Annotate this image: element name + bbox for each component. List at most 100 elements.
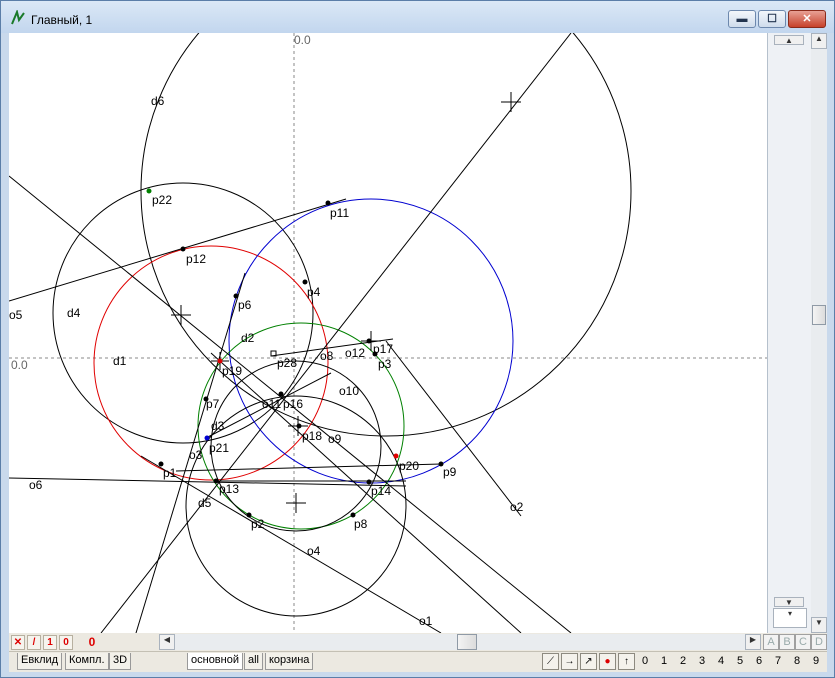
label-p28: p28 [277, 356, 297, 370]
label-o6: o6 [29, 478, 43, 492]
object-labels: d6 p22 p11 p12 o5 d4 p4 p6 d2 p28 o8 o12… [9, 94, 524, 628]
label-o4: o4 [307, 544, 321, 558]
letter-b-button[interactable]: B [779, 634, 795, 650]
close-icon: ✕ [802, 13, 812, 25]
num-2[interactable]: 2 [680, 655, 686, 667]
label-p21: p21 [209, 441, 229, 455]
geometry-drawing[interactable]: 0.0 0.0 d6 p22 p11 p12 o5 d4 p4 p6 d2 p2… [9, 33, 767, 633]
tab-all[interactable]: all [244, 653, 264, 670]
label-p20: p20 [399, 459, 419, 473]
label-p3: p3 [378, 357, 392, 371]
axis-top-label: 0.0 [294, 33, 311, 47]
minimize-icon: ▬ [736, 13, 748, 25]
zero-button[interactable]: 0 [59, 635, 73, 650]
side-panel: ▲ ▼ ▾ [767, 33, 812, 633]
label-d1: d1 [113, 354, 127, 368]
maximize-button[interactable]: ☐ [758, 10, 786, 28]
label-p16: p16 [283, 397, 303, 411]
main-window: Главный, 1 ▬ ☐ ✕ 0.0 0.0 d6 p22 p11 p12 … [0, 0, 835, 678]
label-p6: p6 [238, 298, 252, 312]
num-4[interactable]: 4 [718, 655, 724, 667]
tab-bar: Евклид Компл. 3D основной all корзина ⟋ … [9, 651, 827, 672]
label-p9: p9 [443, 465, 457, 479]
segment-tool-icon[interactable]: ⟋ [542, 653, 559, 670]
label-o11: o11 [262, 397, 281, 411]
label-o3: o3 [189, 448, 203, 462]
scroll-right-arrow[interactable]: ▶ [745, 634, 761, 650]
label-d3: d3 [211, 419, 225, 433]
delete-x-button[interactable]: ✕ [11, 635, 25, 650]
letter-a-button[interactable]: A [763, 634, 779, 650]
drawing-canvas[interactable]: 0.0 0.0 d6 p22 p11 p12 o5 d4 p4 p6 d2 p2… [9, 33, 767, 633]
label-p12: p12 [186, 252, 206, 266]
label-p11: p11 [330, 206, 349, 220]
slash-button[interactable]: / [27, 635, 41, 650]
diagonal-arrow-tool-icon[interactable]: ↗ [580, 653, 597, 670]
label-p4: p4 [307, 285, 321, 299]
window-title: Главный, 1 [31, 13, 93, 27]
label-p13: p13 [219, 482, 239, 496]
scroll-up-arrow[interactable]: ▲ [811, 33, 827, 49]
tab-evklid[interactable]: Евклид [17, 653, 63, 670]
tab-osnovnoy[interactable]: основной [187, 653, 243, 670]
label-p19: p19 [222, 364, 242, 378]
label-d4: d4 [67, 306, 81, 320]
num-7[interactable]: 7 [775, 655, 781, 667]
num-0[interactable]: 0 [642, 655, 648, 667]
label-p22: p22 [152, 193, 172, 207]
title-bar[interactable]: Главный, 1 ▬ ☐ ✕ [1, 1, 834, 33]
maximize-icon: ☐ [767, 13, 777, 25]
num-8[interactable]: 8 [794, 655, 800, 667]
label-p8: p8 [354, 517, 368, 531]
label-d5: d5 [198, 496, 212, 510]
num-6[interactable]: 6 [756, 655, 762, 667]
horizontal-scrollbar[interactable] [175, 634, 745, 650]
label-o9: o9 [328, 432, 342, 446]
side-scroll-up[interactable]: ▲ [774, 35, 804, 45]
num-9[interactable]: 9 [813, 655, 819, 667]
line-o8[interactable] [385, 340, 522, 517]
tab-kompl[interactable]: Компл. [65, 653, 109, 670]
vertical-scroll-thumb[interactable] [812, 305, 826, 325]
line-o6[interactable] [9, 477, 407, 487]
one-button[interactable]: 1 [43, 635, 57, 650]
label-d2: d2 [241, 331, 255, 345]
bottom-control-bar: ✕ / 1 0 0 ◀ ▶ A B C D [9, 633, 827, 651]
label-o2: o2 [510, 500, 524, 514]
line-o5[interactable] [9, 198, 347, 302]
arrow-right-tool-icon[interactable]: → [561, 653, 578, 670]
record-dot-icon[interactable]: ● [599, 653, 616, 670]
line-o1[interactable] [140, 455, 442, 633]
minimize-button[interactable]: ▬ [728, 10, 756, 28]
scroll-down-arrow[interactable]: ▼ [811, 617, 827, 633]
label-p17: p17 [373, 342, 393, 356]
num-1[interactable]: 1 [661, 655, 667, 667]
label-p2: p2 [251, 517, 265, 531]
arrow-up-tool-icon[interactable]: ↑ [618, 653, 635, 670]
circle-d6[interactable] [140, 33, 632, 437]
label-o8: o8 [320, 349, 334, 363]
close-button[interactable]: ✕ [788, 10, 826, 28]
letter-d-button[interactable]: D [811, 634, 827, 650]
horizontal-scroll-thumb[interactable] [457, 634, 477, 650]
vertical-scrollbar[interactable]: ▲ ▼ [811, 33, 827, 633]
scroll-left-arrow[interactable]: ◀ [159, 634, 175, 650]
tab-korzina[interactable]: корзина [265, 653, 314, 670]
label-o12: o12 [345, 346, 365, 360]
line-main-diagonal[interactable] [100, 33, 572, 633]
counter-value: 0 [88, 635, 96, 649]
label-p18: p18 [302, 429, 322, 443]
label-p1: p1 [163, 466, 177, 480]
side-scroll-down[interactable]: ▼ [774, 597, 804, 607]
label-p7: p7 [206, 397, 220, 411]
num-5[interactable]: 5 [737, 655, 743, 667]
label-o5: o5 [9, 308, 23, 322]
axis-left-label: 0.0 [11, 358, 28, 372]
tab-3d[interactable]: 3D [109, 653, 132, 670]
label-o10: o10 [339, 384, 359, 398]
label-p14: p14 [371, 484, 391, 498]
side-dropdown[interactable]: ▾ [773, 608, 807, 628]
label-d6: d6 [151, 94, 165, 108]
num-3[interactable]: 3 [699, 655, 705, 667]
letter-c-button[interactable]: C [795, 634, 811, 650]
